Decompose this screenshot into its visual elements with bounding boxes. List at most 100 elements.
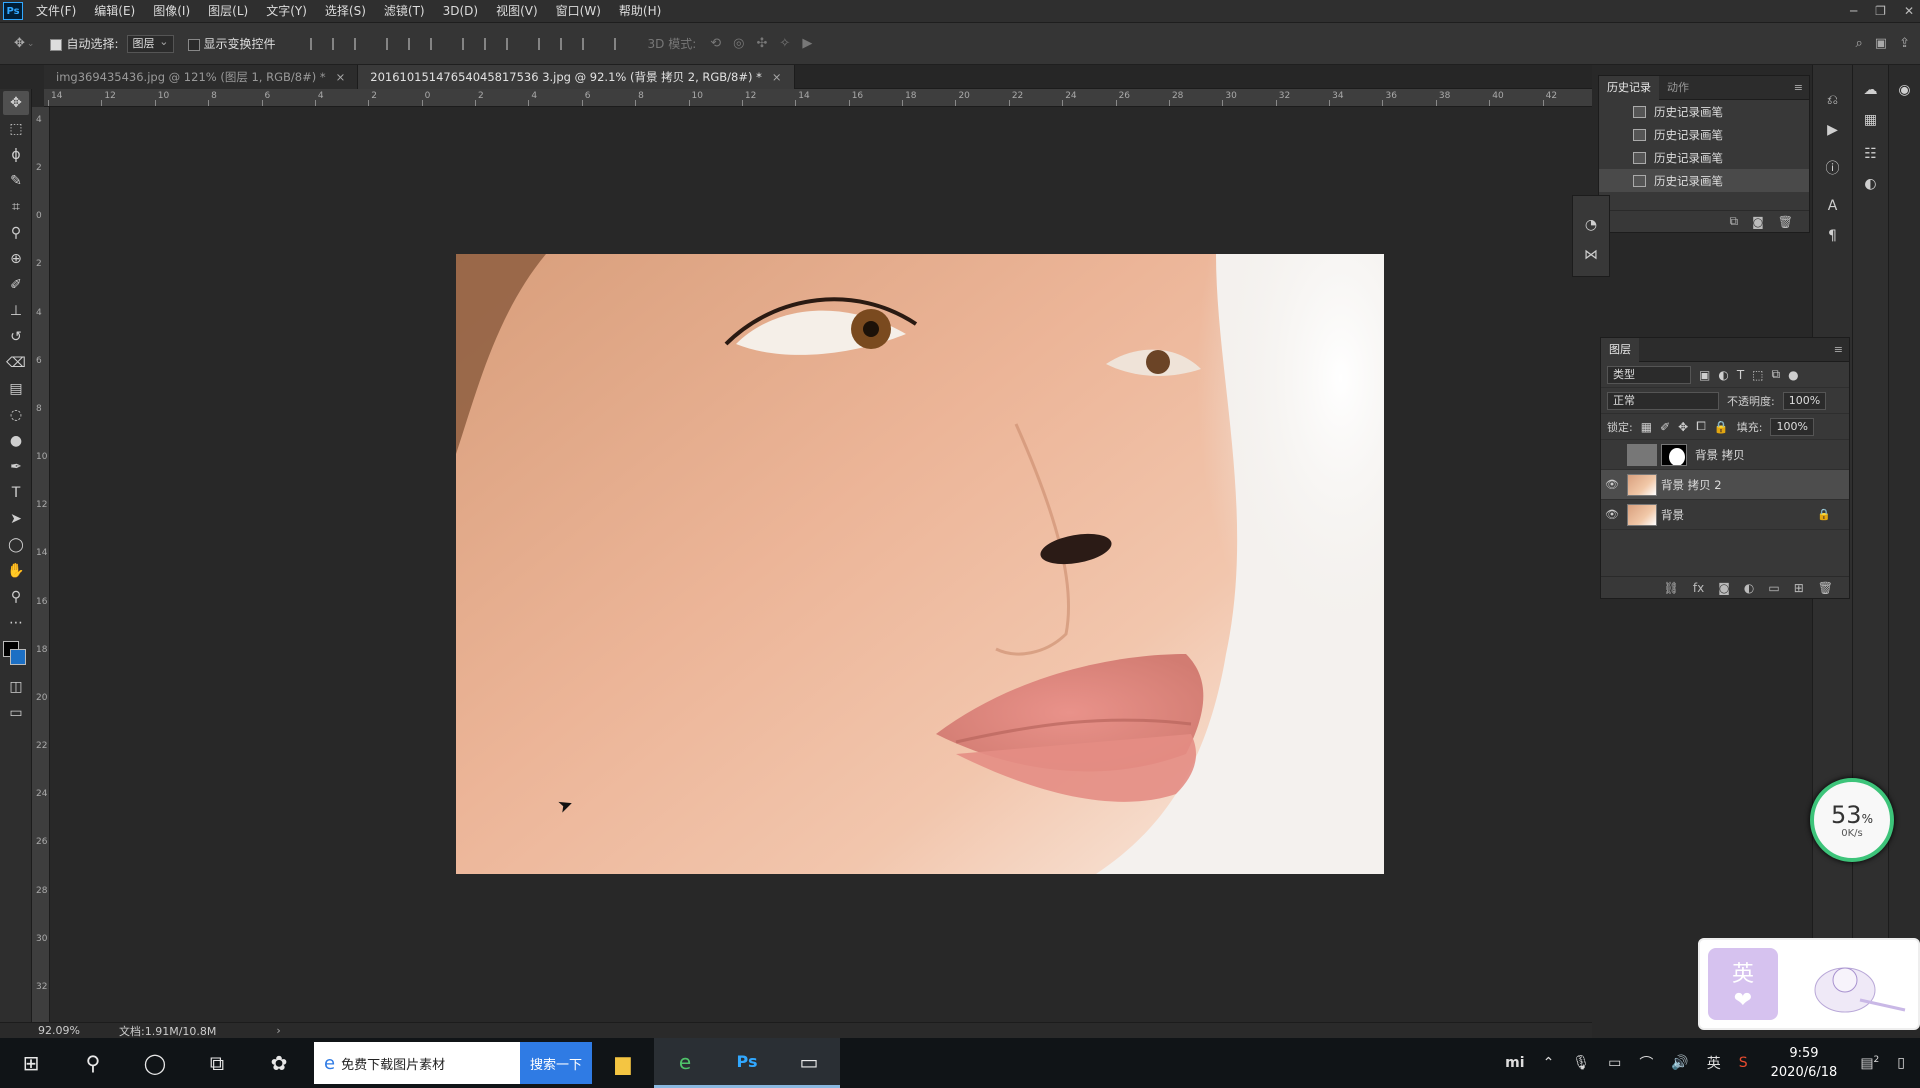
tab-document-1[interactable]: img369435436.jpg @ 121% (图层 1, RGB/8#) *… [44,65,359,89]
document-image[interactable] [456,254,1384,874]
paragraph-panel-icon[interactable]: ¶ [1819,223,1847,249]
history-item[interactable]: 历史记录画笔 [1599,100,1809,123]
distribute-top-icon[interactable] [461,37,472,50]
pen-tool-icon[interactable]: ✒ [3,455,29,479]
lock-artboard-icon[interactable]: ⧠ [1696,419,1706,434]
tab-document-2[interactable]: 20161015147654045817536 3.jpg @ 92.1% (背… [358,65,795,89]
marquee-tool-icon[interactable]: ⬚ [3,117,29,141]
3d-scale-icon[interactable]: ▶ [802,36,812,51]
filter-toggle-icon[interactable]: ● [1788,368,1798,382]
photoshop-logo-icon[interactable]: Ps [3,2,23,20]
layer-mask-thumbnail[interactable] [1661,443,1687,466]
actions-panel-icon[interactable]: ▶ [1819,117,1847,143]
history-brush-icon[interactable]: ↺ [3,325,29,349]
filter-adjustment-icon[interactable]: ◐ [1718,368,1728,382]
blur-tool-icon[interactable]: ◌ [3,403,29,427]
auto-select-checkbox[interactable] [50,38,63,51]
filter-type-icon[interactable]: T [1737,368,1744,382]
zoom-level[interactable]: 92.09% [38,1024,118,1037]
menu-file[interactable]: 文件(F) [27,0,85,23]
close-tab-icon[interactable]: × [772,70,782,84]
show-transform-checkbox[interactable] [187,38,200,51]
hand-tool-icon[interactable]: ✋ [3,559,29,583]
camera-app-icon[interactable]: ▭ [778,1038,840,1088]
character-panel-icon[interactable]: A [1819,193,1847,219]
visibility-hidden-icon[interactable] [1601,448,1623,461]
zoom-tool-icon[interactable]: ⚲ [3,585,29,609]
browser-app-icon[interactable]: e [654,1038,716,1088]
menu-window[interactable]: 窗口(W) [547,0,610,23]
fx-icon[interactable]: fx [1693,581,1704,595]
lock-position-icon[interactable]: ✥ [1678,420,1688,434]
eraser-tool-icon[interactable]: ⌫ [3,351,29,375]
new-layer-icon[interactable]: ⊞ [1794,581,1804,595]
history-panel-icon[interactable]: ⎌ [1819,87,1847,113]
distribute-bottom-icon[interactable] [505,37,516,50]
lock-all-icon[interactable]: 🔒 [1714,420,1729,434]
close-tab-icon[interactable]: × [336,70,346,84]
crop-tool-icon[interactable]: ⌗ [3,195,29,219]
microphone-icon[interactable]: 🎙 [1563,1055,1599,1071]
menu-filter[interactable]: 滤镜(T) [375,0,434,23]
panel-menu-icon[interactable]: ≡ [1794,81,1803,94]
show-desktop-icon[interactable]: ▯ [1888,1055,1914,1071]
layer-row[interactable]: 👁 背景 拷贝 2 [1601,470,1849,500]
search-icon[interactable]: ⌕ [1856,36,1863,51]
fill-input[interactable]: 100% [1770,417,1814,436]
brush-tool-icon[interactable]: ✐ [3,273,29,297]
clone-stamp-icon[interactable]: ⊥ [3,299,29,323]
menu-view[interactable]: 视图(V) [487,0,547,23]
sogou-icon[interactable]: S [1730,1055,1757,1071]
align-right-icon[interactable] [429,37,440,50]
ime-indicator[interactable]: 英 [1698,1053,1730,1073]
browser-search-box[interactable]: e 免费下载图片素材 [314,1042,520,1084]
move-tool-icon[interactable]: ✥ [14,36,25,51]
3d-slide-icon[interactable]: ✧ [779,36,790,51]
color-panel-icon[interactable]: ☁ [1857,77,1885,103]
desktop-sticker-widget[interactable]: 英 ❤ [1698,938,1920,1030]
layer-filter-dropdown[interactable]: 类型 [1607,365,1691,384]
search-button[interactable]: 搜索一下 [520,1042,592,1084]
align-hcenter-icon[interactable] [407,37,418,50]
shape-tool-icon[interactable]: ◯ [3,533,29,557]
clock[interactable]: 9:59 2020/6/18 [1757,1044,1852,1082]
puppet-warp-icon[interactable]: ⋈ [1577,242,1605,268]
layer-row[interactable]: 👁 背景 🔒 [1601,500,1849,530]
history-item[interactable]: 历史记录画笔 [1599,169,1809,192]
eye-icon[interactable]: 👁 [1601,478,1623,491]
menu-help[interactable]: 帮助(H) [610,0,670,23]
align-bottom-icon[interactable] [353,37,364,50]
chevron-down-icon[interactable]: ⌄ [27,39,35,49]
trash-icon[interactable]: 🗑 [1778,215,1793,229]
lasso-tool-icon[interactable]: ϕ [3,143,29,167]
adjustments-panel-icon[interactable]: ◐ [1857,171,1885,197]
new-document-from-state-icon[interactable]: ⧉ [1730,214,1739,229]
adjustment-layer-icon[interactable]: ◐ [1744,581,1754,595]
libraries-panel-icon[interactable]: ◉ [1891,77,1919,103]
opacity-input[interactable]: 100% [1782,391,1827,410]
align-top-icon[interactable] [309,37,320,50]
wifi-icon[interactable]: ⌒ [1630,1053,1662,1073]
align-vcenter-icon[interactable] [331,37,342,50]
type-tool-icon[interactable]: T [3,481,29,505]
swatches-panel-icon[interactable]: ▦ [1857,107,1885,133]
windows-start-icon[interactable]: ⊞ [0,1038,62,1088]
3d-roll-icon[interactable]: ◎ [733,36,744,51]
menu-layer[interactable]: 图层(L) [199,0,257,23]
filter-smart-icon[interactable]: ⧉ [1772,367,1781,382]
camera-icon[interactable]: ◙ [1752,215,1764,229]
3d-orbit-icon[interactable]: ⟲ [710,36,721,51]
tab-layers[interactable]: 图层 [1601,337,1639,362]
ruler-vertical[interactable]: 4 2 0 2 4 6 8 10 12 14 16 18 20 22 24 26 28 30 32 [32,107,50,1022]
auto-select-dropdown[interactable]: 图层 [126,34,174,53]
menu-edit[interactable]: 编辑(E) [85,0,144,23]
mi-icon[interactable]: mi [1496,1055,1533,1071]
panel-menu-icon[interactable]: ≡ [1834,343,1843,356]
gradient-tool-icon[interactable]: ▤ [3,377,29,401]
brush-settings-icon[interactable]: ◔ [1577,212,1605,238]
background-color-swatch[interactable] [10,649,26,665]
file-explorer-icon[interactable]: ▆ [592,1038,654,1088]
network-speed-widget[interactable]: 53% 0K/s [1810,778,1894,862]
search-icon[interactable]: ⚲ [62,1038,124,1088]
quick-select-tool-icon[interactable]: ✎ [3,169,29,193]
